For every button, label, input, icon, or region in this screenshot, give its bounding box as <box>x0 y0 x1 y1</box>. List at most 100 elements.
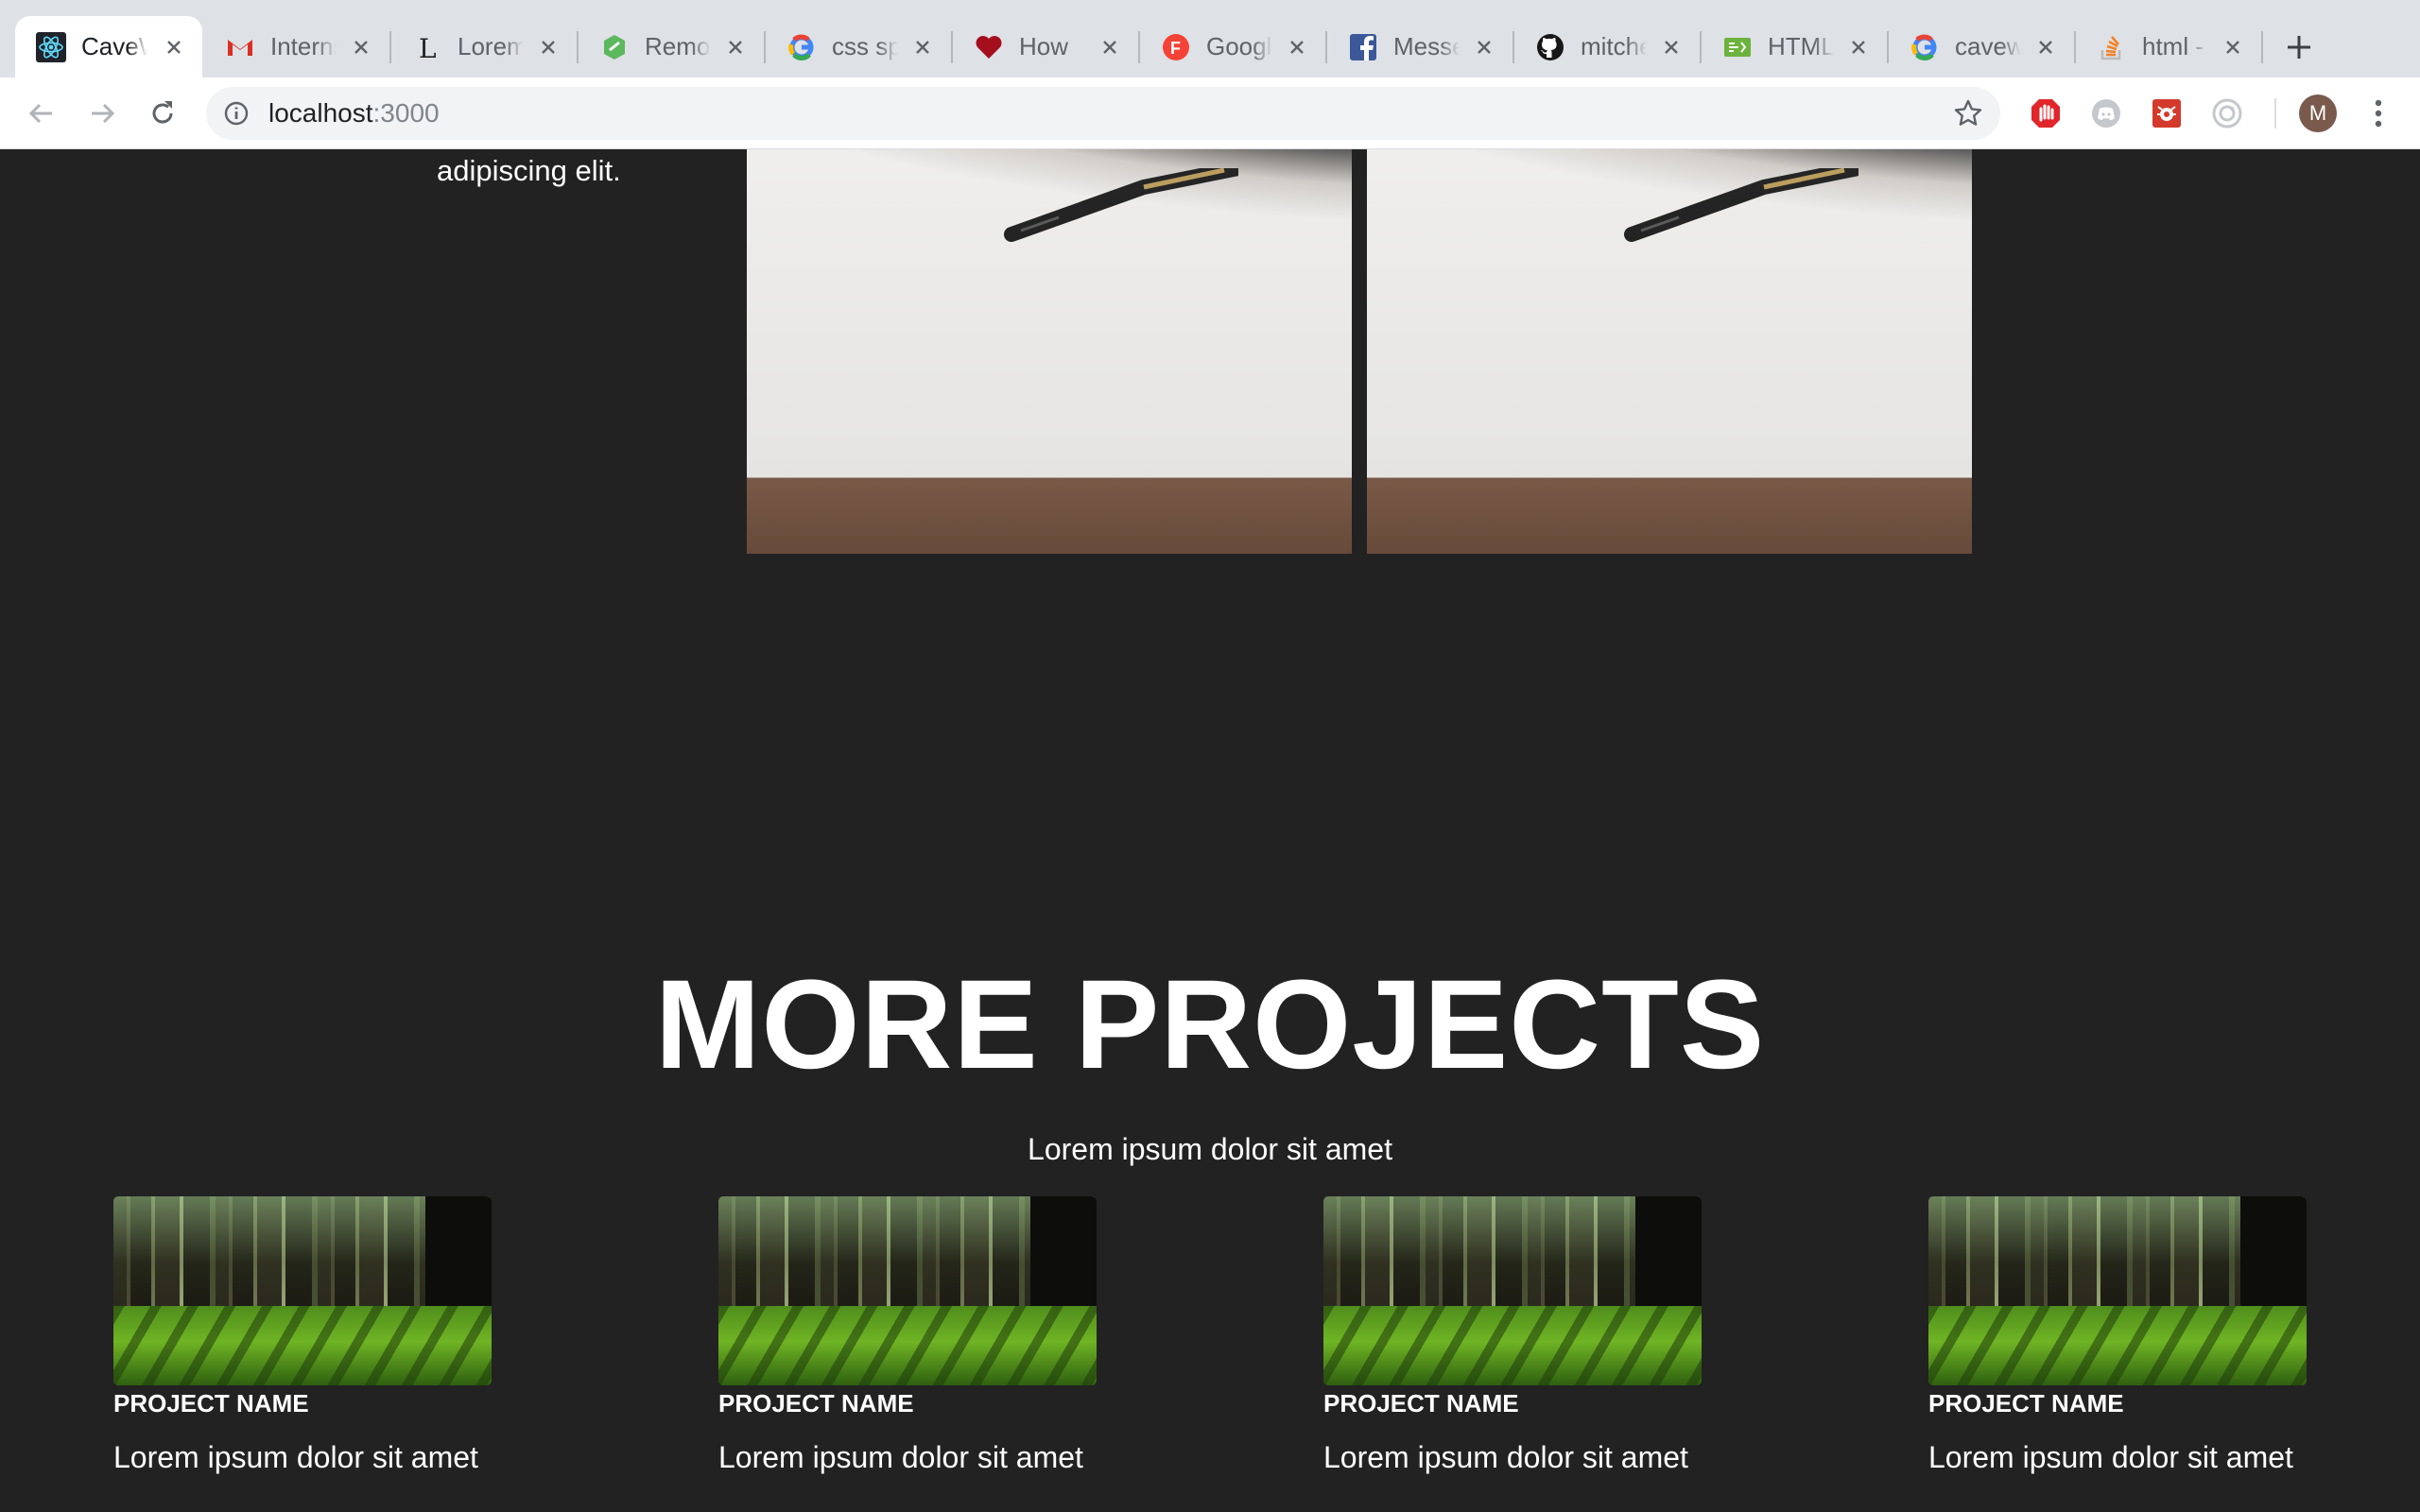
tonearm-graphic <box>1624 168 1858 242</box>
google-icon <box>1910 32 1940 62</box>
close-icon[interactable] <box>909 34 936 60</box>
tab-separator <box>2261 31 2263 63</box>
project-name: PROJECT NAME <box>718 1389 914 1418</box>
adblock-extension[interactable] <box>2029 96 2063 130</box>
gmail-icon <box>225 32 255 62</box>
url-host: localhost <box>268 98 373 128</box>
react-icon <box>36 31 66 62</box>
discord-extension[interactable] <box>2089 96 2123 130</box>
project-thumbnail[interactable] <box>113 1196 492 1385</box>
tab-how[interactable]: How <box>953 16 1138 77</box>
reload-button[interactable] <box>142 93 183 134</box>
tab-messenger[interactable]: Messenger <box>1327 16 1512 77</box>
project-description: Lorem ipsum dolor sit amet <box>113 1440 478 1474</box>
url-text: localhost:3000 <box>268 98 440 129</box>
project-card[interactable]: PROJECT NAME Lorem ipsum dolor sit amet <box>113 1196 510 1476</box>
close-icon[interactable] <box>1845 34 1872 60</box>
svg-text:L: L <box>419 33 437 62</box>
info-icon[interactable] <box>223 100 250 127</box>
tab-title: HTML <box>1768 32 1834 60</box>
tab-google-fonts[interactable]: F Google Fonts <box>1140 16 1325 77</box>
plus-icon <box>2288 36 2310 59</box>
turntable-image <box>747 149 1352 554</box>
tab-title: caveworks <box>1955 32 2021 60</box>
close-icon[interactable] <box>1471 34 1497 60</box>
url-port: :3000 <box>372 98 440 128</box>
tab-title: Google Fonts <box>1206 32 1272 60</box>
lorem-l-icon: L <box>412 32 442 62</box>
tab-title: Remove <box>645 32 711 60</box>
tab-title: mitchell <box>1581 32 1647 60</box>
project-thumbnail[interactable] <box>1323 1196 1702 1385</box>
tonearm-graphic <box>1004 168 1238 242</box>
react-devtools-extension[interactable] <box>2150 96 2184 130</box>
tab-caveworks-search[interactable]: caveworks <box>1889 16 2074 77</box>
camera-extension[interactable] <box>2210 96 2244 130</box>
tab-remove[interactable]: Remove <box>579 16 764 77</box>
close-icon[interactable] <box>1658 34 1685 60</box>
close-icon[interactable] <box>1097 34 1123 60</box>
tab-html[interactable]: HTML <box>1702 16 1887 77</box>
tab-title: How <box>1019 32 1069 60</box>
tab-title: Lorem Ipsum <box>458 32 524 60</box>
discord-icon <box>2092 99 2120 128</box>
address-bar[interactable]: localhost:3000 <box>206 87 2000 140</box>
close-icon[interactable] <box>1284 34 1310 60</box>
close-icon[interactable] <box>2032 34 2059 60</box>
close-icon[interactable] <box>161 34 187 60</box>
close-icon[interactable] <box>535 34 562 60</box>
star-icon[interactable] <box>1953 98 1983 129</box>
github-icon <box>1535 32 1565 62</box>
project-name: PROJECT NAME <box>1928 1389 2124 1418</box>
browser-toolbar: localhost:3000 M <box>0 77 2420 149</box>
close-icon[interactable] <box>348 34 374 60</box>
close-icon[interactable] <box>722 34 749 60</box>
project-card[interactable]: PROJECT NAME Lorem ipsum dolor sit amet <box>1323 1196 1720 1476</box>
facebook-icon <box>1348 32 1378 62</box>
stackoverflow-icon <box>2097 32 2127 62</box>
arrow-right-icon <box>92 103 115 124</box>
project-card[interactable]: PROJECT NAME Lorem ipsum dolor sit amet <box>1928 1196 2325 1476</box>
tab-css-sprites[interactable]: css sprites <box>766 16 951 77</box>
project-name: PROJECT NAME <box>113 1389 309 1418</box>
project-card[interactable]: PROJECT NAME Lorem ipsum dolor sit amet <box>718 1196 1115 1476</box>
bug-icon <box>2152 99 2181 128</box>
toolbar-separator <box>2274 98 2276 129</box>
project-description: Lorem ipsum dolor sit amet <box>1323 1440 1688 1474</box>
reload-icon <box>152 101 173 124</box>
tab-title: Internship <box>270 32 337 60</box>
project-description: Lorem ipsum dolor sit amet <box>718 1440 1083 1474</box>
adblock-hand-icon <box>2031 99 2060 128</box>
svg-text:F: F <box>1170 39 1181 58</box>
intro-text: amet, consectetur adipiscing elit. <box>437 149 669 187</box>
project-description: Lorem ipsum dolor sit amet <box>1928 1440 2293 1474</box>
arrow-left-icon <box>28 103 52 124</box>
section-subtitle: Lorem ipsum dolor sit amet <box>1028 1132 1392 1166</box>
tab-title: Messenger <box>1393 32 1460 60</box>
tab-lorem-ipsum[interactable]: L Lorem Ipsum <box>391 16 577 77</box>
tab-title: html - <box>2142 32 2204 60</box>
tab-github[interactable]: mitchell <box>1514 16 1700 77</box>
close-icon[interactable] <box>2220 34 2246 60</box>
removebg-icon <box>599 32 630 62</box>
forward-button[interactable] <box>81 93 123 134</box>
project-thumbnail[interactable] <box>718 1196 1097 1385</box>
google-icon <box>786 32 817 62</box>
html-icon <box>1722 32 1753 62</box>
tab-stackoverflow[interactable]: html - <box>2076 16 2261 77</box>
lens-icon <box>2212 98 2242 129</box>
tab-title: css sprites <box>832 32 898 60</box>
tab-caveworks[interactable]: CaveWorks <box>15 16 202 77</box>
tab-strip: CaveWorks Internship L Lorem Ipsum Remov… <box>0 0 2420 77</box>
turntable-image <box>1367 149 1972 554</box>
heart-icon <box>974 32 1004 62</box>
profile-avatar[interactable]: M <box>2299 94 2337 132</box>
tab-title: CaveWorks <box>81 32 147 60</box>
new-tab-button[interactable] <box>2278 26 2320 68</box>
project-thumbnail[interactable] <box>1928 1196 2307 1385</box>
tab-internship[interactable]: Internship <box>204 16 389 77</box>
back-button[interactable] <box>21 93 62 134</box>
section-title: MORE PROJECTS <box>654 954 1766 1095</box>
project-name: PROJECT NAME <box>1323 1389 1519 1418</box>
more-vert-icon[interactable] <box>2363 94 2394 132</box>
